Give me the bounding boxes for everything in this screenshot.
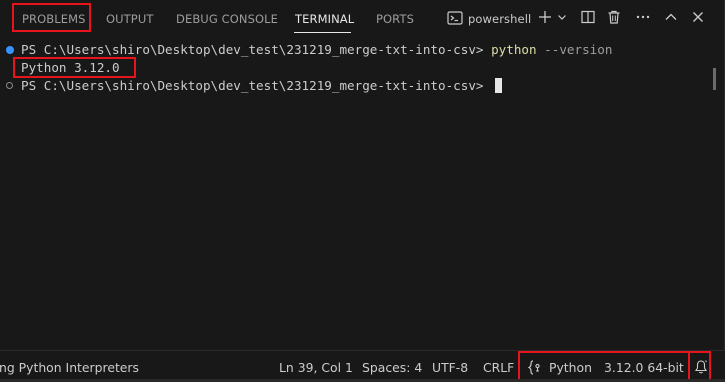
ellipsis-icon[interactable]	[635, 9, 651, 29]
panel-tab-bar: PROBLEMS OUTPUT DEBUG CONSOLE TERMINAL P…	[0, 0, 725, 36]
status-bar: ng Python Interpreters Ln 39, Col 1 Spac…	[0, 350, 725, 382]
status-encoding[interactable]: UTF-8	[432, 360, 468, 376]
chevron-down-icon[interactable]	[557, 10, 567, 28]
close-icon[interactable]	[691, 9, 705, 29]
shell-name[interactable]: powershell	[468, 11, 531, 27]
trash-icon[interactable]	[606, 9, 622, 29]
command-pending-decoration[interactable]	[6, 82, 13, 89]
interpreter-highlight-box	[518, 351, 690, 381]
tab-debug-console[interactable]: DEBUG CONSOLE	[176, 11, 278, 27]
tab-terminal[interactable]: TERMINAL	[295, 11, 354, 27]
status-indentation[interactable]: Spaces: 4	[362, 360, 422, 376]
status-eol[interactable]: CRLF	[483, 360, 514, 376]
tab-ports[interactable]: PORTS	[376, 11, 414, 27]
python-version-highlight-box	[13, 57, 136, 78]
terminal-cursor	[495, 78, 503, 93]
chevron-up-icon[interactable]	[664, 9, 678, 29]
command-text: python	[491, 42, 537, 57]
terminal-panel: PROBLEMS OUTPUT DEBUG CONSOLE TERMINAL P…	[0, 0, 725, 350]
problems-highlight-box	[12, 3, 91, 32]
terminal-line-3: PS C:\Users\shiro\Desktop\dev_test\23121…	[21, 77, 503, 95]
plus-icon[interactable]	[537, 9, 553, 29]
status-cursor-position[interactable]: Ln 39, Col 1	[279, 360, 353, 376]
tab-output[interactable]: OUTPUT	[106, 11, 153, 27]
prompt-text: PS C:\Users\shiro\Desktop\dev_test\23121…	[21, 42, 492, 57]
notification-highlight-box	[689, 351, 711, 381]
terminal-icon[interactable]	[447, 10, 463, 30]
command-argument: --version	[536, 42, 613, 57]
split-editor-icon[interactable]	[580, 9, 596, 29]
prompt-text: PS C:\Users\shiro\Desktop\dev_test\23121…	[21, 78, 492, 93]
status-progress-text[interactable]: ng Python Interpreters	[0, 360, 139, 376]
command-success-decoration[interactable]	[6, 46, 14, 54]
active-tab-indicator	[294, 32, 351, 33]
scrollbar-thumb[interactable]	[713, 68, 716, 90]
